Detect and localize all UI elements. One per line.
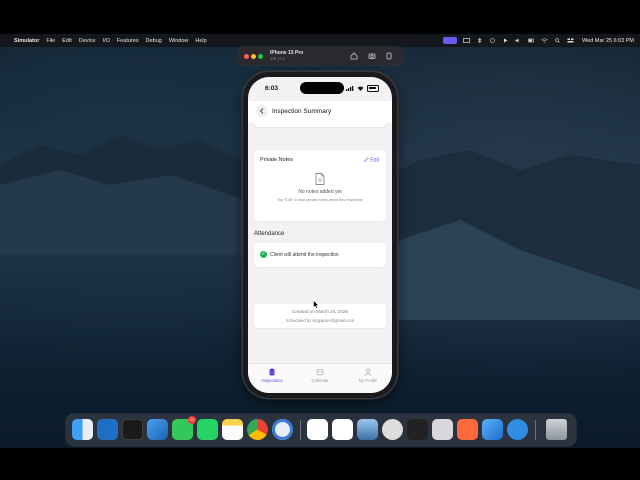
back-button[interactable] [256,105,268,117]
attendance-status: Client will attend the inspection [270,251,339,258]
window-minimize-button[interactable] [251,54,256,59]
empty-notes-title: No notes added yet [298,189,342,195]
dock-notion-icon[interactable] [407,419,428,440]
attendance-card: ✓ Client will attend the inspection [254,243,386,267]
inspection-meta-card: Created on March 24, 2026 Scheduled by s… [254,304,386,328]
previous-card-bottom [254,123,386,127]
page-title: Inspection Summary [272,108,332,115]
window-zoom-button[interactable] [258,54,263,59]
dynamic-island [300,82,344,94]
simulator-os-version: iOS 17.2 [270,57,285,61]
edit-label: Edit [370,157,379,164]
scheduled-by: Scheduled by singapore@gmail.com [285,317,355,323]
play-icon[interactable] [502,38,509,43]
status-time: 6:03 [265,85,279,92]
dock-trash-icon[interactable] [546,419,567,440]
cellular-icon [346,86,354,91]
empty-notes-hint: Tap "Edit" to add private notes about th… [276,198,364,202]
menu-window[interactable]: Window [169,38,189,44]
rotate-icon[interactable] [385,52,393,60]
dock-signal-icon[interactable] [272,419,293,440]
wifi-status-icon [357,86,364,91]
navigation-bar: Inspection Summary [248,101,392,123]
dock-separator-2 [535,420,536,440]
dock-xcode-icon[interactable] [147,419,168,440]
menu-edit[interactable]: Edit [62,38,71,44]
dock-separator [300,420,301,440]
menu-device[interactable]: Device [79,38,96,44]
dock-safari-icon[interactable] [507,419,528,440]
menu-file[interactable]: File [46,38,55,44]
person-icon [364,368,372,376]
clipboard-icon [269,368,275,376]
tab-inspections-label: Inspections [261,378,283,383]
dock-app-icon[interactable] [482,419,503,440]
dock-finder-icon[interactable] [72,419,93,440]
tab-my-profile[interactable]: My Profile [344,368,392,383]
private-notes-card: Private Notes Edit No notes added yet Ta… [254,150,386,221]
home-icon[interactable] [350,52,358,60]
tab-bar: Inspections Calendar My Profile [248,363,392,393]
wifi-icon[interactable] [541,38,548,43]
mountain-right [380,150,640,320]
phone-screen: 6:03 Inspection Summary Private Notes Ed… [248,77,392,393]
bluetooth-icon[interactable] [476,38,483,43]
messages-badge: 32 [188,416,196,424]
pencil-icon [364,157,369,162]
tab-calendar-label: Calendar [311,378,329,383]
simulator-toolbar[interactable]: iPhone 15 Pro iOS 17.2 [238,47,402,65]
created-date: Created on March 24, 2026 [292,309,348,314]
bottom-letterbox [0,448,640,480]
dock-spark-icon[interactable] [457,419,478,440]
battery-icon [367,85,379,92]
screen-record-icon[interactable] [443,37,458,44]
volume-icon[interactable] [515,38,522,43]
display-icon[interactable] [463,38,470,43]
status-bar-icons [346,85,379,92]
tab-calendar[interactable]: Calendar [296,368,344,383]
dock-chatgpt-icon[interactable] [332,419,353,440]
menubar-clock[interactable]: Wed Mar 25 6:03 PM [582,38,634,44]
dock-whatsapp-icon[interactable] [197,419,218,440]
calendar-icon [316,369,324,376]
private-notes-title: Private Notes [260,157,294,163]
dock-disk-utility-icon[interactable] [432,419,453,440]
screenshot-icon[interactable] [368,52,376,60]
mouse-cursor-icon [313,300,319,309]
control-icon[interactable] [489,38,496,43]
dock-messages-icon[interactable]: 32 [172,416,196,440]
dock: 32 [66,414,576,446]
checkmark-circle-icon: ✓ [260,251,267,258]
tab-my-profile-label: My Profile [358,378,378,383]
tab-inspections[interactable]: Inspections [248,368,296,383]
menu-bar: Simulator File Edit Device I/O Features … [0,34,640,47]
attendance-section-title: Attendance [254,231,285,237]
simulator-device-name: iPhone 15 Pro [270,50,304,56]
control-center-icon[interactable] [567,38,574,43]
dock-slack-icon[interactable] [307,419,328,440]
iphone-device-frame: 6:03 Inspection Summary Private Notes Ed… [243,72,397,398]
dock-notes-icon[interactable] [222,419,243,440]
menu-app-name[interactable]: Simulator [14,38,39,44]
menu-debug[interactable]: Debug [146,38,162,44]
document-icon [315,173,325,185]
top-letterbox [0,0,640,34]
menu-features[interactable]: Features [117,38,139,44]
menu-help[interactable]: Help [195,38,206,44]
dock-chrome-icon[interactable] [247,419,268,440]
edit-notes-button[interactable]: Edit [364,157,379,164]
chevron-left-icon [259,108,264,114]
window-close-button[interactable] [244,54,249,59]
dock-vscode-icon[interactable] [97,419,118,440]
dock-globe-icon[interactable] [382,419,403,440]
search-icon[interactable] [554,38,561,43]
dock-terminal-icon[interactable] [122,419,143,440]
battery-status-icon[interactable] [528,38,535,43]
dock-preview-icon[interactable] [357,419,378,440]
menu-io[interactable]: I/O [103,38,110,44]
